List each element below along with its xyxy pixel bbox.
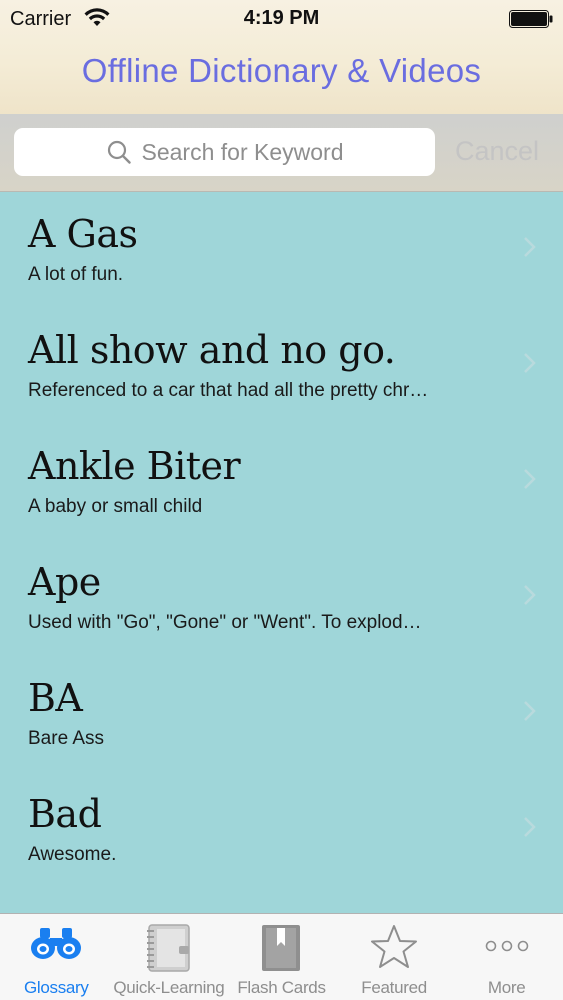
binoculars-icon [31,928,82,959]
chevron-right-icon [524,469,536,489]
tab-more[interactable]: More [450,914,563,1000]
entry-definition: Awesome. [28,844,117,865]
search-placeholder: Search for Keyword [141,138,344,165]
search-bar: Search for Keyword Cancel [0,114,563,192]
list-item[interactable]: A Gas A lot of fun. [0,192,563,308]
tab-label: Quick-Learning [113,978,225,997]
tab-flash-cards[interactable]: Flash Cards [225,914,338,1000]
notebook-icon [146,924,190,972]
list-item[interactable]: Ankle Biter A baby or small child [0,424,563,540]
entry-term: BA [28,676,83,720]
entry-term: Bad [28,792,102,836]
chevron-right-icon [524,585,536,605]
tab-label: More [487,978,526,997]
list-item[interactable]: All show and no go. Referenced to a car … [0,308,563,424]
tab-quick-learning[interactable]: Quick-Learning [113,914,226,1000]
chevron-right-icon [524,817,536,837]
star-icon [371,925,418,968]
bookmark-book-icon [262,925,301,971]
entry-term: All show and no go. [28,328,396,372]
tab-featured[interactable]: Featured [338,914,451,1000]
battery-icon [509,10,553,28]
entry-term: Ankle Biter [28,444,241,488]
tab-label: Flash Cards [237,978,326,997]
page-title: Offline Dictionary & Videos [81,52,482,89]
more-dots-icon [485,940,528,952]
entry-term: Ape [28,560,101,604]
chevron-right-icon [524,701,536,721]
entry-definition: Referenced to a car that had all the pre… [28,380,429,401]
clock: 4:19 PM [243,7,320,29]
list-item[interactable]: BA Bare Ass [0,656,563,772]
search-icon [107,140,131,164]
cancel-button[interactable]: Cancel [455,136,539,167]
tab-glossary[interactable]: Glossary [0,914,113,1000]
chevron-right-icon [524,353,536,373]
tab-bar: Glossary Quick-Learning Flash Cards Feat… [0,913,563,1000]
status-bar: Carrier 4:19 PM [0,0,563,38]
entry-definition: A lot of fun. [28,264,124,285]
search-input[interactable]: Search for Keyword [14,128,435,176]
tab-label: Glossary [23,978,89,997]
tab-label: Featured [361,978,427,997]
entry-definition: Bare Ass [28,728,105,749]
entry-definition: A baby or small child [28,496,203,517]
entry-term: A Gas [28,212,138,256]
glossary-list[interactable]: A Gas A lot of fun. All show and no go. … [0,192,563,913]
header: Carrier 4:19 PM Offline Dictionary & Vid… [0,0,563,114]
list-item[interactable]: Ape Used with "Go", "Gone" or "Went". To… [0,540,563,656]
entry-definition: Used with "Go", "Gone" or "Went". To exp… [28,612,422,633]
list-item[interactable]: Bad Awesome. [0,772,563,888]
app-screen: Carrier 4:19 PM Offline Dictionary & Vid… [0,0,563,1000]
chevron-right-icon [524,237,536,257]
